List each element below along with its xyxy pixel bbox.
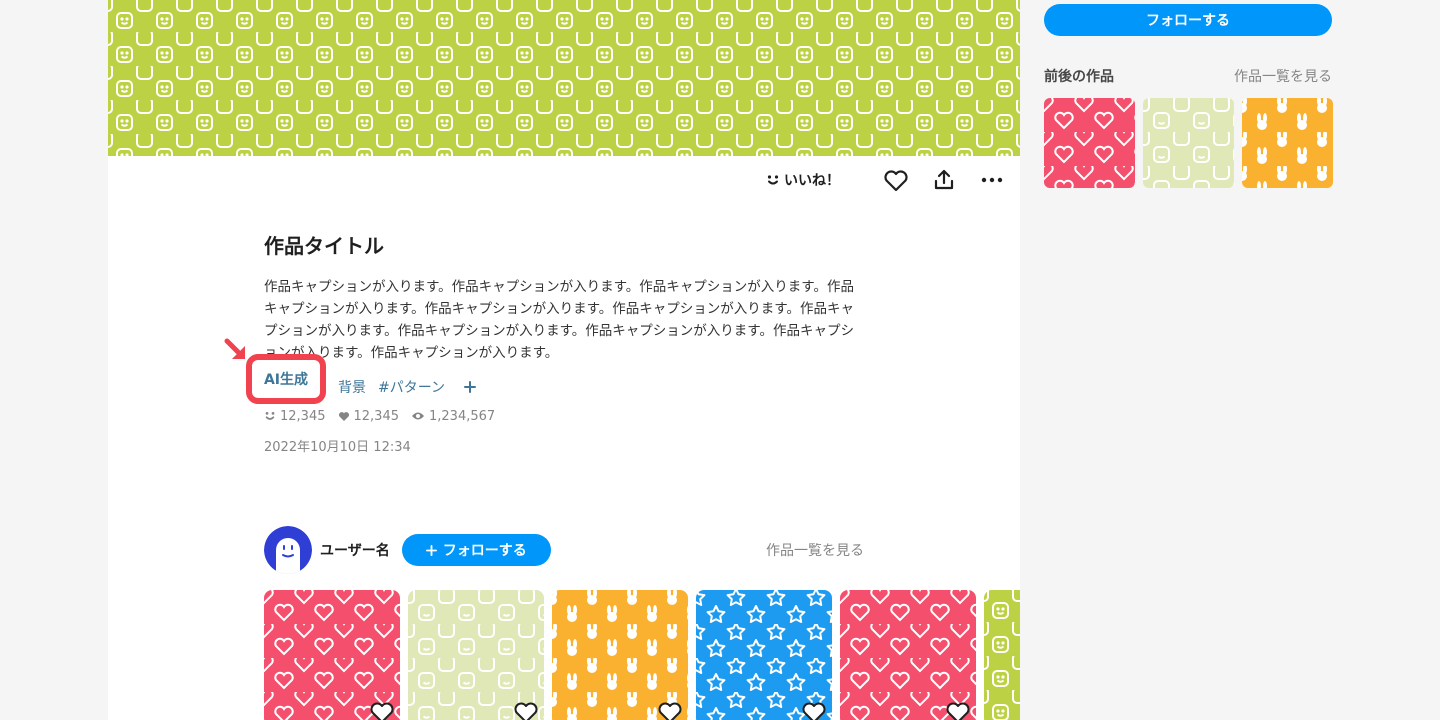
tag-background[interactable]: 背景 xyxy=(338,377,366,397)
tag-ai-label: AI生成 xyxy=(263,372,309,388)
share-icon xyxy=(934,169,954,190)
sidebar-follow-button[interactable]: フォローする xyxy=(1044,4,1332,36)
adjacent-work-thumbnail[interactable] xyxy=(1242,98,1333,188)
work-thumbnail[interactable] xyxy=(840,590,976,720)
eye-icon xyxy=(412,412,424,420)
avatar[interactable] xyxy=(264,526,312,574)
adjacent-work-thumbnail[interactable] xyxy=(1143,98,1234,188)
author-works-list xyxy=(264,590,1020,720)
heart-icon[interactable] xyxy=(800,698,828,720)
heart-icon[interactable] xyxy=(368,698,396,720)
tag-list: AI生成 背景 #パターン xyxy=(224,338,864,404)
tag-pattern[interactable]: #パターン xyxy=(378,377,445,397)
smile-icon xyxy=(767,175,779,185)
main-panel: いいね！ 作品タイトル 作品キャプションが入ります。作品キャプションが入ります。… xyxy=(108,0,1020,720)
artwork-image[interactable] xyxy=(108,0,1020,156)
see-all-works-link[interactable]: 作品一覧を見る xyxy=(766,540,864,560)
work-thumbnail[interactable] xyxy=(552,590,688,720)
work-thumbnail[interactable] xyxy=(984,590,1020,720)
heart-icon xyxy=(884,170,908,192)
heart-icon xyxy=(338,412,349,421)
post-date: 2022年10月10日 12:34 xyxy=(264,440,411,455)
more-icon xyxy=(981,177,1003,183)
heart-icon[interactable] xyxy=(656,698,684,720)
follow-label: フォローする xyxy=(442,542,527,558)
work-thumbnail[interactable] xyxy=(408,590,544,720)
work-thumbnail[interactable] xyxy=(696,590,832,720)
likes-count: 12,345 xyxy=(280,408,326,424)
adjacent-works-list xyxy=(1044,98,1333,188)
plus-icon xyxy=(464,381,477,393)
heart-icon[interactable] xyxy=(512,698,540,720)
work-stats: 12,345 12,345 1,234,567 xyxy=(264,406,864,426)
sidebar-see-all-link[interactable]: 作品一覧を見る xyxy=(1234,66,1332,86)
author-name[interactable]: ユーザー名 xyxy=(320,540,390,560)
smile-icon xyxy=(265,412,275,420)
like-text-button[interactable]: いいね！ xyxy=(766,170,840,190)
add-tag-button[interactable] xyxy=(463,380,477,394)
follow-button[interactable]: フォローする xyxy=(401,534,551,566)
work-title: 作品タイトル xyxy=(264,234,384,258)
bookmarks-count: 12,345 xyxy=(353,408,400,424)
work-details: 作品タイトル 作品キャプションが入ります。作品キャプションが入ります。作品キャプ… xyxy=(224,232,864,455)
more-button[interactable] xyxy=(976,164,1008,196)
work-caption: 作品キャプションが入ります。作品キャプションが入ります。作品キャプションが入りま… xyxy=(264,279,854,361)
author-row: ユーザー名 フォローする 作品一覧を見る xyxy=(264,526,864,574)
views-count: 1,234,567 xyxy=(429,408,496,424)
stat-views: 1,234,567 xyxy=(411,409,495,424)
share-button[interactable] xyxy=(928,164,960,196)
bookmark-button[interactable] xyxy=(880,164,912,196)
work-thumbnail[interactable] xyxy=(264,590,400,720)
heart-icon[interactable] xyxy=(944,698,972,720)
ai-tag-highlight[interactable]: AI生成 xyxy=(246,354,326,404)
adjacent-works-header: 前後の作品 作品一覧を見る xyxy=(1044,66,1332,86)
plus-icon xyxy=(425,544,437,556)
stat-bookmarks: 12,345 xyxy=(338,408,400,424)
artwork-actions: いいね！ xyxy=(766,166,1008,194)
like-text-label: いいね！ xyxy=(784,173,840,189)
adjacent-work-thumbnail[interactable] xyxy=(1044,98,1135,188)
stat-likes: 12,345 xyxy=(264,409,326,424)
adjacent-works-title: 前後の作品 xyxy=(1044,69,1114,85)
